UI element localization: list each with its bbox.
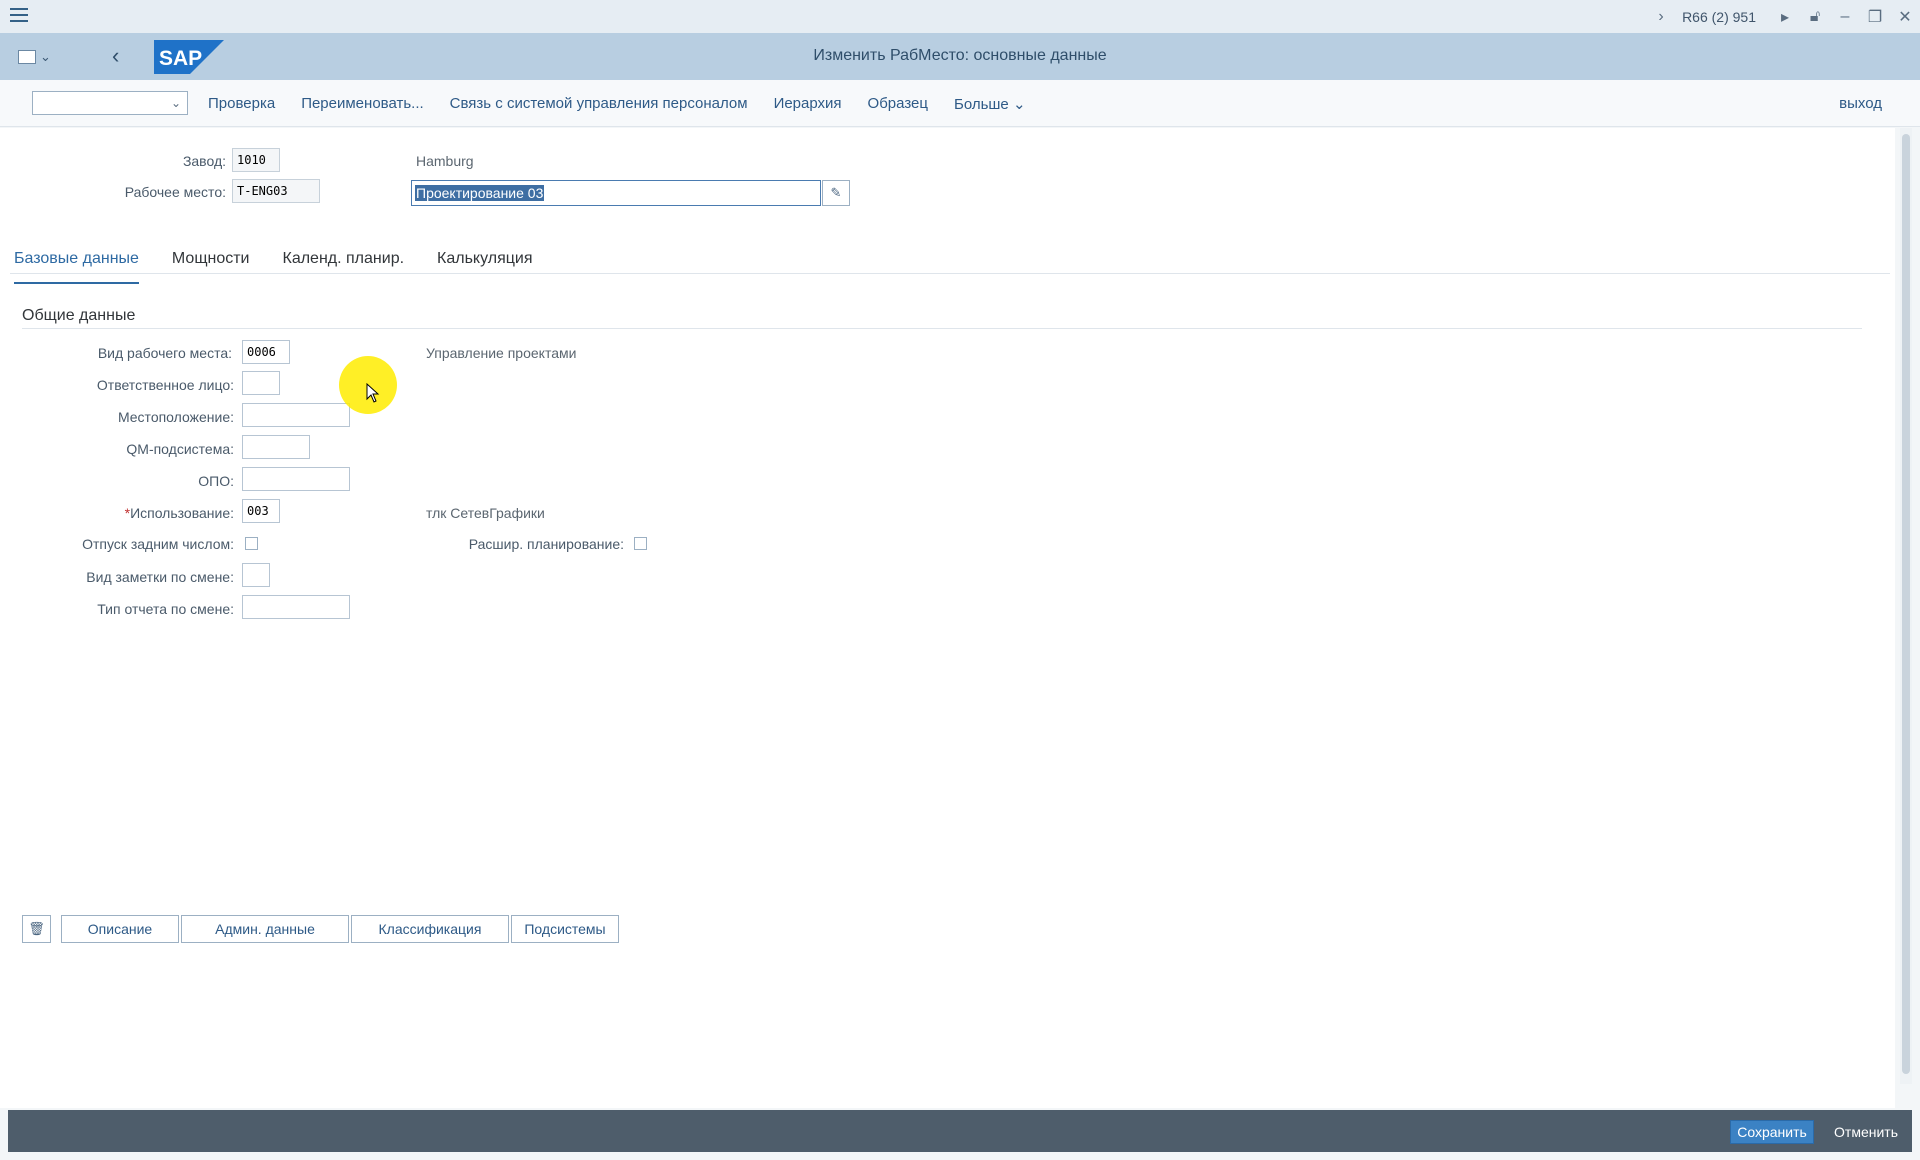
location-field[interactable] bbox=[242, 403, 350, 427]
backflush-label: Отпуск задним числом: bbox=[82, 536, 234, 552]
wc-category-field[interactable]: 0006 bbox=[242, 340, 290, 364]
subsystems-button[interactable]: Подсистемы bbox=[511, 915, 619, 943]
close-icon[interactable]: ✕ bbox=[1890, 0, 1920, 33]
save-button[interactable]: Сохранить bbox=[1730, 1120, 1814, 1144]
shift-note-label: Вид заметки по смене: bbox=[86, 569, 234, 585]
group-title: Общие данные bbox=[22, 307, 136, 324]
tab-costing[interactable]: Калькуляция bbox=[437, 248, 532, 284]
description-input[interactable]: Проектирование 03 bbox=[411, 180, 821, 206]
group-divider bbox=[22, 328, 1862, 329]
play-icon[interactable]: ▸ bbox=[1770, 0, 1800, 33]
shift-note-field[interactable] bbox=[242, 563, 270, 587]
chevron-down-icon: ⌄ bbox=[170, 96, 181, 110]
admin-data-button[interactable]: Админ. данные bbox=[181, 915, 349, 943]
workcenter-label: Рабочее место: bbox=[124, 184, 226, 200]
check-button[interactable]: Проверка bbox=[208, 95, 275, 112]
shift-report-field[interactable] bbox=[242, 595, 350, 619]
plant-label: Завод: bbox=[182, 153, 226, 169]
vertical-scrollbar[interactable] bbox=[1900, 128, 1912, 1084]
qm-label: QM-подсистема: bbox=[126, 441, 234, 457]
adv-planning-label: Расшир. планирование: bbox=[468, 536, 624, 552]
footer-bar: Сохранить Отменить bbox=[8, 1110, 1912, 1152]
qm-field[interactable] bbox=[242, 435, 310, 459]
hierarchy-button[interactable]: Иерархия bbox=[774, 95, 842, 112]
more-label: Больше bbox=[953, 95, 1009, 113]
plant-text: Hamburg bbox=[416, 153, 474, 169]
wc-category-label: Вид рабочего места: bbox=[97, 345, 232, 361]
trash-icon: 🗑︎ bbox=[28, 921, 45, 936]
tab-scheduling[interactable]: Календ. планир. bbox=[283, 248, 405, 284]
exit-button[interactable]: выход bbox=[1839, 95, 1882, 112]
hr-link-button[interactable]: Связь с системой управления персоналом bbox=[450, 95, 748, 112]
tab-capacities[interactable]: Мощности bbox=[172, 248, 250, 284]
minimize-icon[interactable]: – bbox=[1830, 0, 1860, 33]
shift-report-label: Тип отчета по смене: bbox=[97, 601, 234, 617]
responsible-label: Ответственное лицо: bbox=[96, 377, 234, 393]
usage-text: тлк СетевГрафики bbox=[426, 505, 545, 521]
wc-category-text: Управление проектами bbox=[426, 345, 577, 361]
delete-button[interactable]: 🗑︎ bbox=[22, 915, 51, 943]
sub-buttons: 🗑︎ Описание Админ. данные Классификация … bbox=[22, 915, 621, 943]
app-header: ⌄ ‹ SAP Изменить РабМесто: основные данн… bbox=[0, 33, 1920, 80]
edit-icon: ✎ bbox=[830, 185, 842, 200]
toolbar-select[interactable]: ⌄ bbox=[32, 91, 188, 115]
usage-label-text: Использование: bbox=[130, 505, 234, 521]
backflush-checkbox[interactable] bbox=[245, 537, 258, 550]
mouse-pointer-icon bbox=[366, 383, 380, 403]
responsible-field[interactable] bbox=[242, 371, 280, 395]
system-id: R66 (2) 951 bbox=[1682, 8, 1756, 25]
adv-planning-checkbox[interactable] bbox=[634, 537, 647, 550]
plant-field[interactable]: 1010 bbox=[232, 148, 280, 172]
opo-label: ОПО: bbox=[198, 473, 234, 489]
usage-label: *Использование: bbox=[40, 505, 234, 521]
scrollbar-thumb[interactable] bbox=[1902, 134, 1910, 1074]
chevron-right-icon[interactable]: › bbox=[1646, 0, 1676, 33]
more-button[interactable]: Больше ⌄ bbox=[954, 95, 1026, 113]
description-button[interactable]: Описание bbox=[61, 915, 179, 943]
main-content: Завод: 1010 Hamburg Рабочее место: T-ENG… bbox=[0, 128, 1895, 1108]
tab-strip: Базовые данные Мощности Календ. планир. … bbox=[14, 248, 566, 284]
opo-field[interactable] bbox=[242, 467, 350, 491]
workcenter-field[interactable]: T-ENG03 bbox=[232, 179, 320, 203]
lock-icon[interactable]: 🔓︎ bbox=[1800, 0, 1830, 33]
description-selected-text: Проектирование 03 bbox=[415, 185, 545, 201]
tab-basic-data[interactable]: Базовые данные bbox=[14, 248, 139, 284]
system-controls: › R66 (2) 951 ▸ 🔓︎ – ❐ ✕ bbox=[1646, 0, 1920, 33]
usage-field[interactable]: 003 bbox=[242, 499, 280, 523]
toolbar: ⌄ Проверка Переименовать... Связь с сист… bbox=[0, 80, 1920, 127]
rename-button[interactable]: Переименовать... bbox=[301, 95, 423, 112]
template-button[interactable]: Образец bbox=[868, 95, 928, 112]
menu-icon[interactable] bbox=[10, 8, 28, 24]
page-title: Изменить РабМесто: основные данные bbox=[813, 47, 1107, 64]
long-text-edit-button[interactable]: ✎ bbox=[822, 180, 850, 206]
chevron-down-icon: ⌄ bbox=[1012, 95, 1026, 113]
system-bar: › R66 (2) 951 ▸ 🔓︎ – ❐ ✕ bbox=[0, 0, 1920, 33]
toolbar-items: Проверка Переименовать... Связь с систем… bbox=[208, 80, 1052, 127]
classification-button[interactable]: Классификация bbox=[351, 915, 509, 943]
location-label: Местоположение: bbox=[117, 409, 234, 425]
cancel-button[interactable]: Отменить bbox=[1834, 1124, 1898, 1140]
maximize-icon[interactable]: ❐ bbox=[1860, 0, 1890, 33]
